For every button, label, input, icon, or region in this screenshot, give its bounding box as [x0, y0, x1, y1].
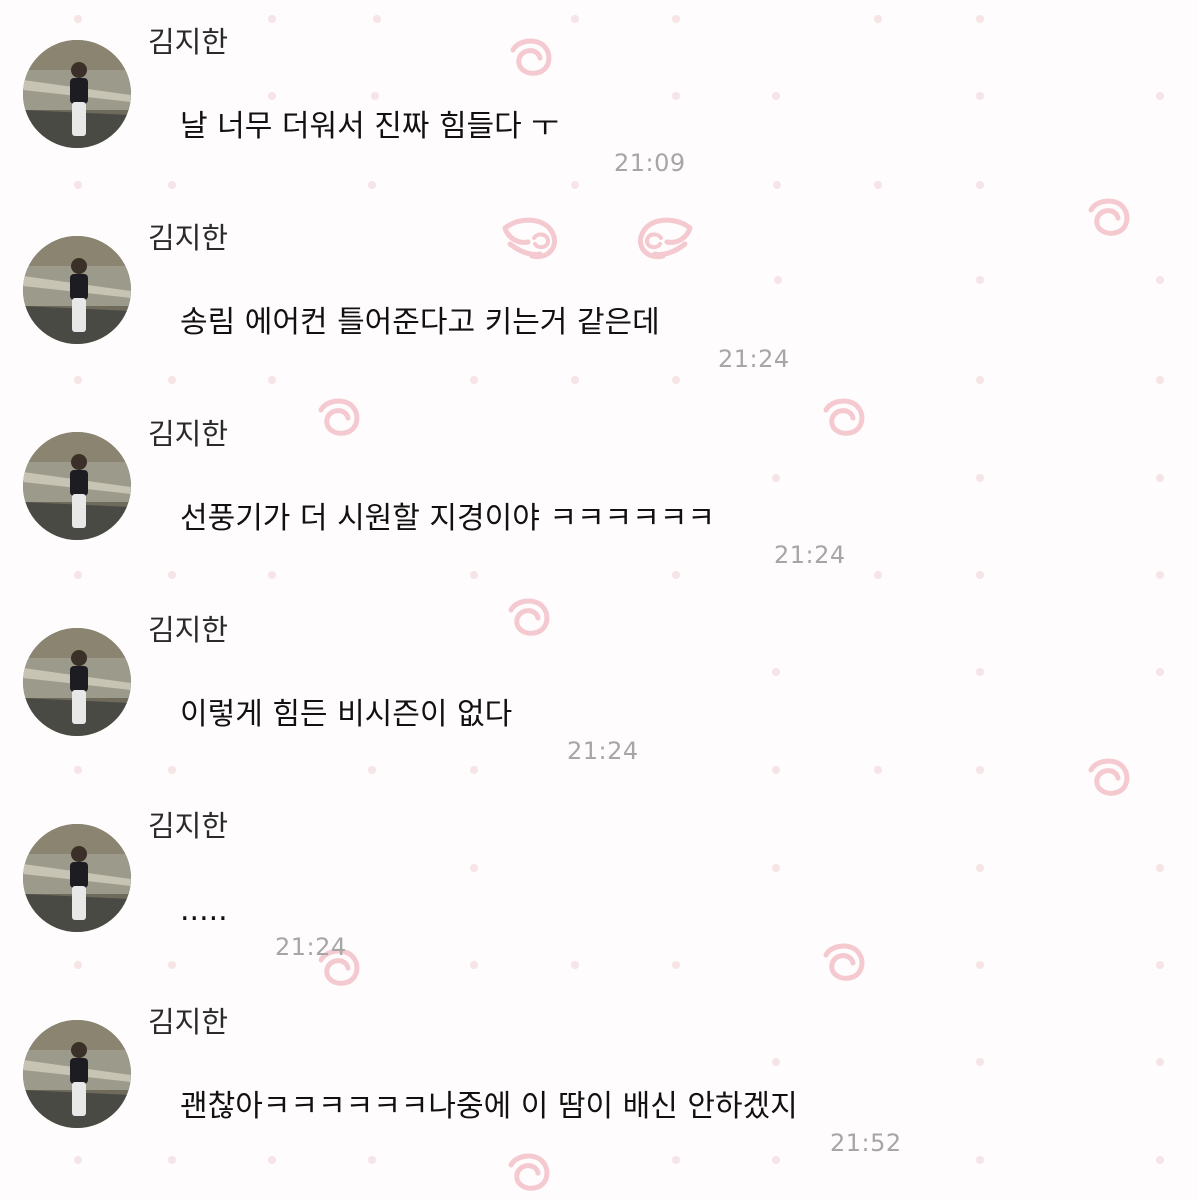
message-timestamp: 21:24	[774, 541, 846, 569]
profile-photo-icon[interactable]	[23, 1020, 131, 1128]
profile-photo-icon[interactable]	[23, 236, 131, 344]
message-text[interactable]: .....	[180, 891, 228, 931]
sender-name: 김지한	[148, 417, 229, 451]
message-timestamp: 21:24	[275, 933, 347, 961]
profile-photo-icon[interactable]	[23, 824, 131, 932]
message-row: 김지한 송림 에어컨 틀어준다고 키는거 같은데 21:24	[0, 196, 1197, 391]
profile-photo-icon[interactable]	[23, 628, 131, 736]
sender-name: 김지한	[148, 809, 229, 843]
message-text[interactable]: 이렇게 힘든 비시즌이 없다	[180, 695, 512, 735]
message-text[interactable]: 선풍기가 더 시원할 지경이야 ㅋㅋㅋㅋㅋㅋ	[180, 499, 715, 539]
message-row: 김지한 날 너무 더워서 진짜 힘들다 ㅜ 21:09	[0, 0, 1197, 195]
sender-name: 김지한	[148, 613, 229, 647]
message-timestamp: 21:09	[614, 149, 686, 177]
sender-name: 김지한	[148, 1005, 229, 1039]
message-text[interactable]: 날 너무 더워서 진짜 힘들다 ㅜ	[180, 107, 559, 147]
message-timestamp: 21:24	[567, 737, 639, 765]
sender-name: 김지한	[148, 221, 229, 255]
chat-room: 김지한 날 너무 더워서 진짜 힘들다 ㅜ 21:09 김지한 송림 에어컨 틀…	[0, 0, 1197, 1200]
profile-photo-icon[interactable]	[23, 40, 131, 148]
profile-photo-icon[interactable]	[23, 432, 131, 540]
message-row: 김지한 ..... 21:24	[0, 784, 1197, 979]
sender-name: 김지한	[148, 25, 229, 59]
message-row: 김지한 괜찮아ㅋㅋㅋㅋㅋㅋ나중에 이 땀이 배신 안하겠지 21:52	[0, 980, 1197, 1175]
message-row: 김지한 선풍기가 더 시원할 지경이야 ㅋㅋㅋㅋㅋㅋ 21:24	[0, 392, 1197, 587]
message-text[interactable]: 괜찮아ㅋㅋㅋㅋㅋㅋ나중에 이 땀이 배신 안하겠지	[180, 1087, 798, 1127]
message-timestamp: 21:52	[830, 1129, 902, 1157]
message-text[interactable]: 송림 에어컨 틀어준다고 키는거 같은데	[180, 303, 660, 343]
message-timestamp: 21:24	[718, 345, 790, 373]
message-row: 김지한 이렇게 힘든 비시즌이 없다 21:24	[0, 588, 1197, 783]
